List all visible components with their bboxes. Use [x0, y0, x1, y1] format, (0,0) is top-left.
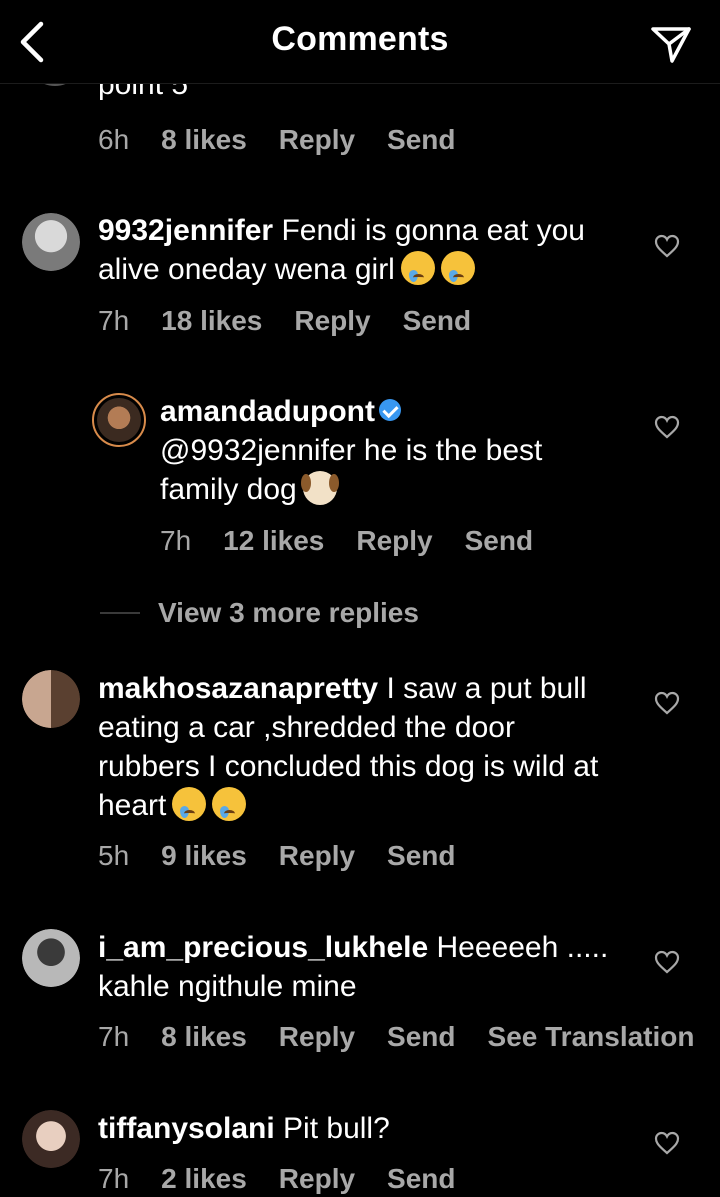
comment-body: makhosazanapretty I saw a put bull eatin… — [98, 669, 618, 825]
send-button[interactable]: Send — [387, 124, 455, 156]
avatar[interactable] — [22, 1110, 80, 1168]
likes-count[interactable]: 12 likes — [223, 525, 324, 557]
comment-body: 9932jennifer Fendi is gonna eat you aliv… — [98, 211, 618, 289]
avatar[interactable] — [22, 929, 80, 987]
like-heart-icon[interactable] — [654, 691, 680, 715]
comment-username[interactable]: i_am_precious_lukhele — [98, 931, 428, 964]
reply-button[interactable]: Reply — [279, 1021, 355, 1053]
comment-time: 6h — [98, 124, 130, 155]
page-title: Comments — [271, 20, 449, 58]
send-button[interactable]: Send — [465, 525, 533, 557]
view-more-replies-label: View 3 more replies — [158, 597, 419, 628]
crying-face-icon — [440, 251, 475, 286]
crying-face-icon — [400, 251, 435, 286]
comment-time: 7h — [98, 1021, 130, 1052]
like-heart-icon[interactable] — [654, 415, 680, 439]
comment-username[interactable]: 9932jennifer — [98, 214, 273, 247]
comment-meta: 7h 18 likes Reply Send — [98, 305, 471, 337]
avatar[interactable] — [26, 84, 84, 86]
like-heart-icon[interactable] — [654, 950, 680, 974]
comment-username[interactable]: tiffanysolani — [98, 1112, 275, 1145]
comment-text: point 5 — [98, 84, 189, 101]
comment-username[interactable]: amandadupont — [160, 395, 375, 428]
reply-button[interactable]: Reply — [279, 840, 355, 872]
comment-meta: 7h 2 likes Reply Send — [98, 1163, 456, 1195]
avatar[interactable] — [22, 670, 80, 728]
crying-face-icon — [172, 787, 207, 822]
comment-meta: 5h 9 likes Reply Send — [98, 840, 456, 872]
likes-count[interactable]: 9 likes — [161, 840, 247, 872]
comment-time: 7h — [98, 1163, 130, 1194]
send-button[interactable]: Send — [387, 840, 455, 872]
see-translation-button[interactable]: See Translation — [488, 1021, 695, 1053]
dog-face-icon — [300, 471, 339, 506]
avatar[interactable] — [22, 213, 80, 271]
comment-time: 5h — [98, 840, 130, 871]
comment-time: 7h — [98, 305, 130, 336]
reply-button[interactable]: Reply — [294, 305, 370, 337]
divider-line — [100, 612, 140, 614]
likes-count[interactable]: 2 likes — [161, 1163, 247, 1195]
crying-face-icon — [212, 787, 247, 822]
send-button[interactable]: Send — [403, 305, 471, 337]
comment-body: i_am_precious_lukhele Heeeeeh ..... kahl… — [98, 928, 618, 1006]
comments-list[interactable]: point 5 6h 8 likes Reply Send 9932jennif… — [0, 84, 720, 1197]
like-heart-icon[interactable] — [654, 1131, 680, 1155]
likes-count[interactable]: 8 likes — [161, 1021, 247, 1053]
likes-count[interactable]: 18 likes — [161, 305, 262, 337]
comment-time: 7h — [160, 525, 192, 556]
comment-meta: 7h 8 likes Reply Send See Translation — [98, 1021, 694, 1053]
comment-body: amandadupont @9932jennifer he is the bes… — [160, 392, 620, 509]
likes-count[interactable]: 8 likes — [161, 124, 247, 156]
reply-button[interactable]: Reply — [356, 525, 432, 557]
reply-button[interactable]: Reply — [279, 124, 355, 156]
send-button[interactable]: Send — [387, 1021, 455, 1053]
header-bar: Comments — [0, 0, 720, 84]
comment-text: Pit bull? — [283, 1112, 390, 1145]
verified-badge-icon — [379, 399, 401, 422]
comment-meta: 6h 8 likes Reply Send — [98, 124, 456, 156]
send-direct-icon[interactable] — [650, 24, 692, 64]
view-more-replies-button[interactable]: View 3 more replies — [100, 597, 419, 629]
send-button[interactable]: Send — [387, 1163, 455, 1195]
comment-text: @9932jennifer he is the best family dog — [160, 434, 543, 506]
reply-button[interactable]: Reply — [279, 1163, 355, 1195]
comment-username[interactable]: makhosazanapretty — [98, 672, 378, 705]
comment-body: tiffanysolani Pit bull? — [98, 1109, 618, 1148]
avatar[interactable] — [92, 393, 146, 447]
comment-meta: 7h 12 likes Reply Send — [160, 525, 533, 557]
like-heart-icon[interactable] — [654, 234, 680, 258]
